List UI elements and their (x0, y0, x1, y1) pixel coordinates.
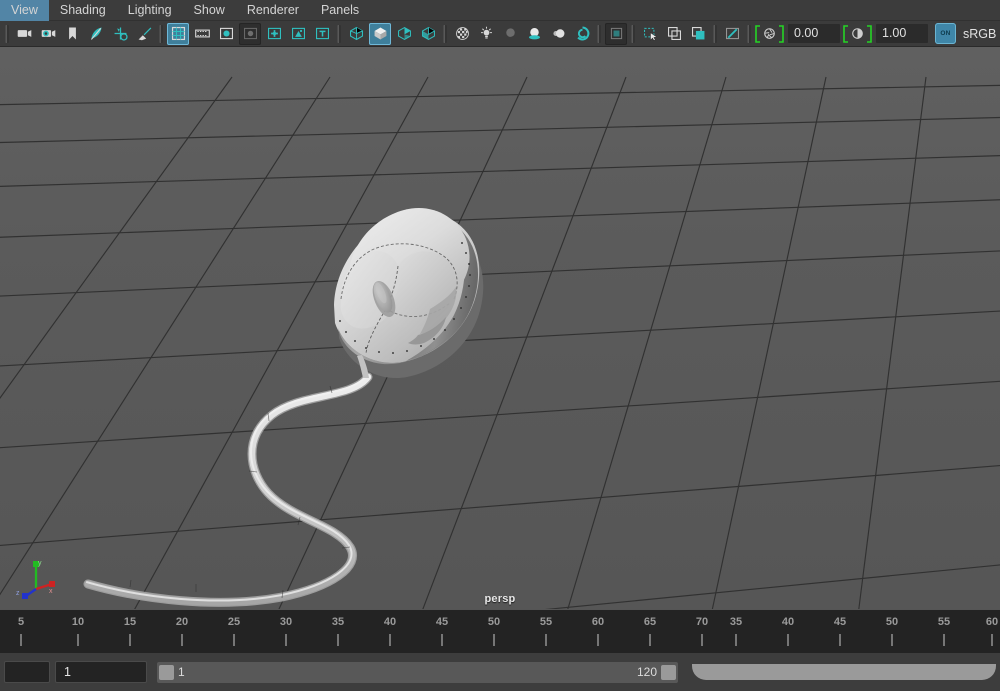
xray-mode-icon[interactable] (663, 23, 685, 45)
time-tick-label: 5 (18, 616, 24, 628)
range-end-value: 120 (633, 665, 661, 679)
smooth-shade-all-icon[interactable] (369, 23, 391, 45)
toolbar-separator (713, 25, 717, 43)
view-transform-toggle[interactable]: ON (935, 23, 956, 44)
range-slider[interactable]: 1 120 (157, 662, 678, 683)
smooth-shade-selected-icon[interactable] (393, 23, 415, 45)
time-tick-label: 10 (72, 616, 84, 628)
exposure-aperture-icon[interactable] (754, 24, 785, 44)
isolate-select-icon[interactable] (639, 23, 661, 45)
range-start-value: 1 (174, 665, 189, 679)
viewport-toolbar: 0.00 1.00 ON sRGB gamma (0, 21, 1000, 47)
time-tick-label: 45 (436, 616, 448, 628)
camera-attributes-icon[interactable] (37, 23, 59, 45)
maya-viewport-window: ViewShadingLightingShowRendererPanels 0.… (0, 0, 1000, 691)
shadows-icon[interactable] (499, 23, 521, 45)
toolbar-separator (337, 25, 341, 43)
time-tick-label: 60 (986, 616, 998, 628)
toolbar-separator (747, 25, 751, 43)
viewport-3d-scene (0, 47, 1000, 609)
time-tick-label: 20 (176, 616, 188, 628)
exposure-value[interactable]: 0.00 (788, 24, 840, 43)
playback-options-strip[interactable] (692, 664, 996, 680)
texture-border-icon[interactable] (311, 23, 333, 45)
exposure-slider-icon[interactable] (721, 23, 743, 45)
menu-shading[interactable]: Shading (49, 0, 117, 21)
paint-effects-icon[interactable] (133, 23, 155, 45)
use-default-light-icon[interactable] (475, 23, 497, 45)
view-transform-label: sRGB gamma (963, 27, 1000, 41)
perspective-viewport[interactable]: y x z persp (0, 47, 1000, 609)
time-tick-label: 40 (384, 616, 396, 628)
time-tick-label: 55 (540, 616, 552, 628)
film-gate-icon[interactable] (191, 23, 213, 45)
menu-view[interactable]: View (0, 0, 49, 21)
time-tick-label: 30 (280, 616, 292, 628)
multisample-icon[interactable] (605, 23, 627, 45)
time-tick-label: 55 (938, 616, 950, 628)
menubar: ViewShadingLightingShowRendererPanels (0, 0, 1000, 21)
menu-panels[interactable]: Panels (310, 0, 370, 21)
time-slider[interactable]: 5 10 15 20 25 30 35 40 45 50 55 60 65 70 35 40 45 50 55 60 (0, 609, 1000, 653)
bookmark-icon[interactable] (61, 23, 83, 45)
anim-layer-field[interactable] (4, 661, 50, 683)
camera-name-label: persp (0, 593, 1000, 605)
select-camera-icon[interactable] (13, 23, 35, 45)
xray-shaded-icon[interactable] (687, 23, 709, 45)
time-tick-label: 25 (228, 616, 240, 628)
time-tick-label: 35 (730, 616, 742, 628)
axis-y-label: y (38, 560, 42, 567)
screen-space-ao-icon[interactable] (523, 23, 545, 45)
current-frame-field[interactable]: 1 (55, 661, 147, 683)
time-tick-label: 50 (886, 616, 898, 628)
menu-lighting[interactable]: Lighting (117, 0, 183, 21)
shaded-wireframe-icon[interactable] (417, 23, 439, 45)
time-tick-label: 60 (592, 616, 604, 628)
time-tick-label: 15 (124, 616, 136, 628)
two-d-pan-zoom-icon[interactable] (109, 23, 131, 45)
menu-renderer[interactable]: Renderer (236, 0, 310, 21)
anti-alias-icon[interactable] (571, 23, 593, 45)
image-plane-icon[interactable] (85, 23, 107, 45)
time-tick-label: 65 (644, 616, 656, 628)
gamma-value[interactable]: 1.00 (876, 24, 928, 43)
range-start-handle[interactable] (159, 665, 174, 680)
motion-blur-icon[interactable] (547, 23, 569, 45)
toolbar-separator (443, 25, 447, 43)
time-tick-label: 70 (696, 616, 708, 628)
time-tick-label: 50 (488, 616, 500, 628)
gamma-contrast-icon[interactable] (842, 24, 873, 44)
resolution-gate-icon[interactable] (215, 23, 237, 45)
xray-joints-icon[interactable] (263, 23, 285, 45)
wireframe-shading-icon[interactable] (345, 23, 367, 45)
gate-mask-icon[interactable] (239, 23, 261, 45)
time-tick-label: 45 (834, 616, 846, 628)
time-slider-track[interactable]: 5 10 15 20 25 30 35 40 45 50 55 60 65 70 35 40 45 50 55 60 (0, 610, 1000, 654)
toolbar-separator (631, 25, 635, 43)
toolbar-separator (159, 25, 163, 43)
range-end-handle[interactable] (661, 665, 676, 680)
view-transform-toggle-label: ON (940, 30, 950, 37)
time-tick-label: 40 (782, 616, 794, 628)
time-tick-label: 35 (332, 616, 344, 628)
playback-bar: 1 1 120 (0, 653, 1000, 691)
toolbar-separator (597, 25, 601, 43)
menu-show[interactable]: Show (183, 0, 236, 21)
toolbar-separator (5, 25, 9, 43)
grid-toggle-icon[interactable] (167, 23, 189, 45)
use-all-lights-icon[interactable] (451, 23, 473, 45)
xray-active-icon[interactable] (287, 23, 309, 45)
